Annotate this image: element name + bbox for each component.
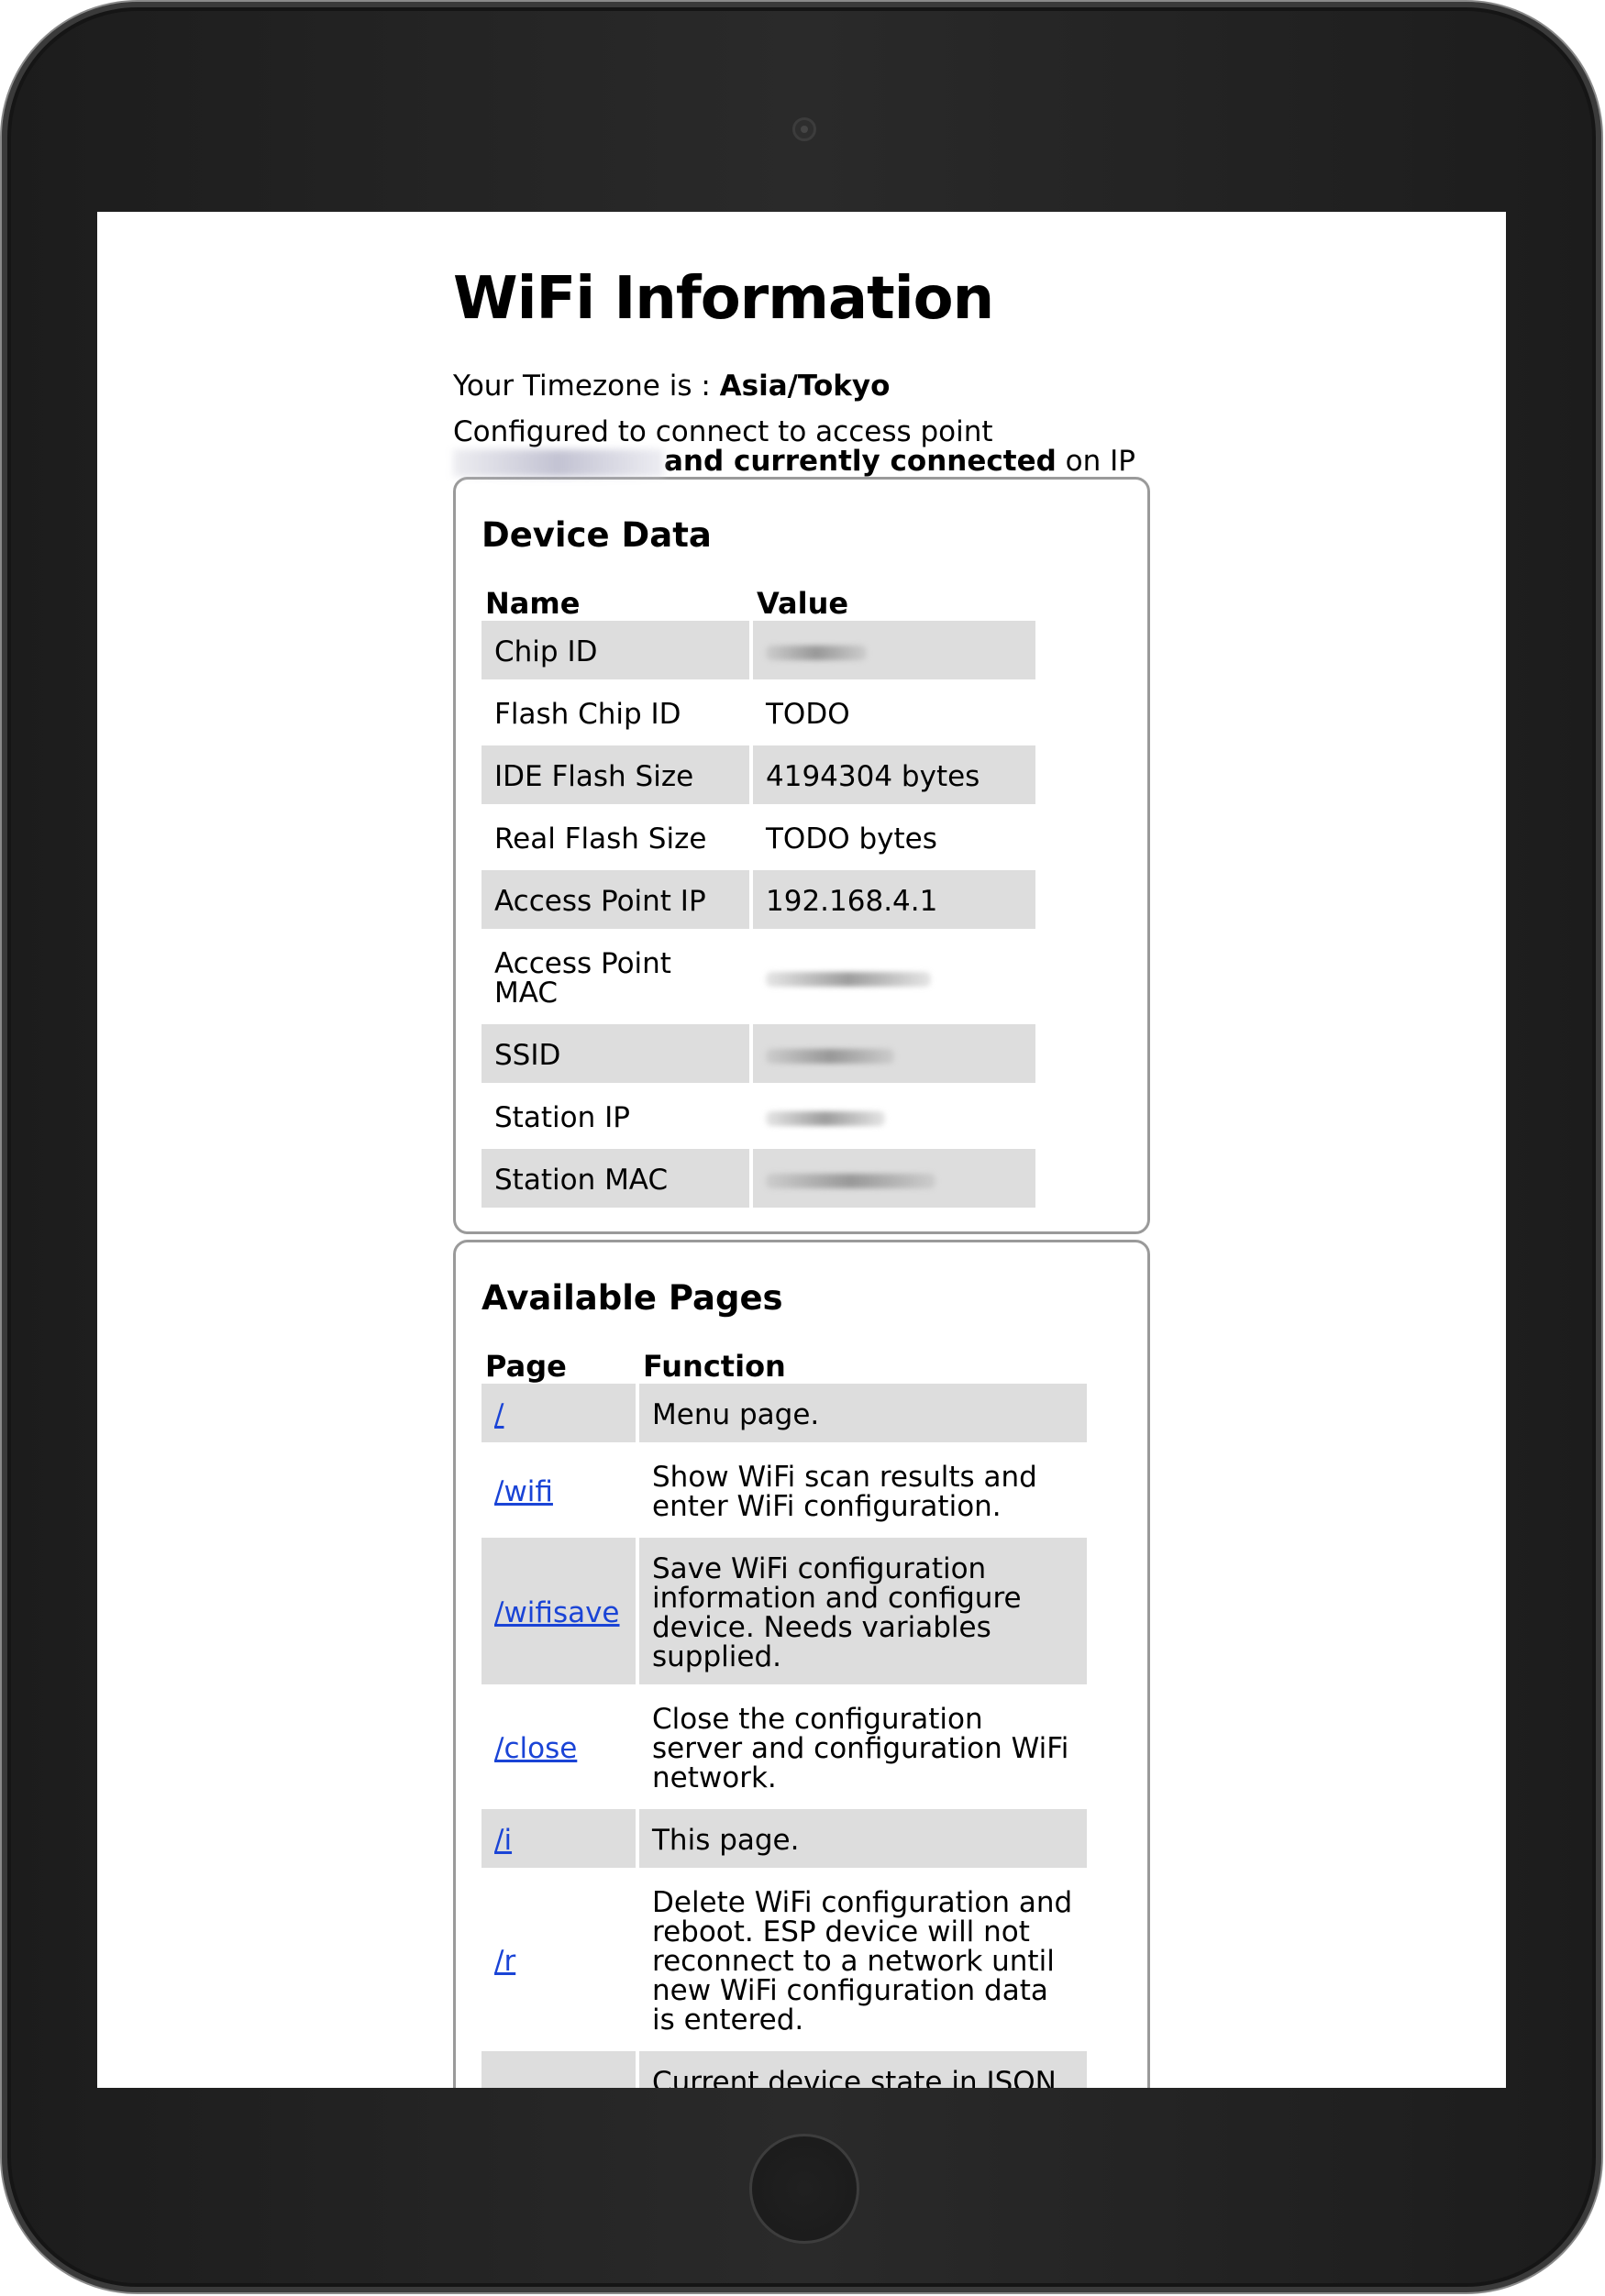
row-name: Real Flash Size: [494, 822, 707, 855]
function-cell: Show WiFi scan results and enter WiFi co…: [652, 1460, 1037, 1523]
col-header-function: Function: [643, 1348, 786, 1384]
connection-status: Configured to connect to access point an…: [453, 417, 1150, 477]
table-row: Station IP: [482, 1087, 1035, 1145]
row-value-redacted: [753, 1148, 1035, 1208]
row-value-redacted: [753, 1023, 1035, 1083]
tablet-frame: WiFi Information Your Timezone is : Asia…: [0, 0, 1603, 2294]
link-close[interactable]: /close: [494, 1732, 577, 1765]
row-value-redacted: [753, 933, 1035, 1021]
redacted-ssid-value: [766, 1049, 894, 1064]
redacted-chip-id: [766, 646, 867, 660]
col-header-value: Value: [757, 585, 849, 621]
col-header-page: Page: [485, 1348, 567, 1384]
screen: WiFi Information Your Timezone is : Asia…: [97, 212, 1506, 2088]
row-value-redacted: [753, 1087, 1035, 1145]
page-cell: /i: [482, 1808, 636, 1868]
link-wifi[interactable]: /wifi: [494, 1475, 553, 1508]
page-title: WiFi Information: [453, 265, 994, 333]
row-name: Station IP: [494, 1100, 630, 1134]
available-pages-heading: Available Pages: [482, 1277, 783, 1318]
page-cell: /r: [482, 1871, 636, 2048]
table-row: /r Delete WiFi configuration and reboot.…: [482, 1871, 1087, 2048]
link-r[interactable]: /r: [494, 1945, 515, 1978]
function-cell: Delete WiFi configuration and reboot. ES…: [652, 1885, 1073, 2037]
home-button[interactable]: [749, 2134, 859, 2244]
row-name: Access Point MAC: [494, 946, 671, 1010]
table-row: /i This page.: [482, 1808, 1087, 1868]
page-cell: /wifisave: [482, 1537, 636, 1684]
table-row: /wifi Show WiFi scan results and enter W…: [482, 1446, 1087, 1534]
timezone-label: Your Timezone is :: [453, 370, 720, 403]
link-root[interactable]: /: [494, 1398, 504, 1431]
available-pages-panel: Available Pages Page Function / Menu pag…: [453, 1239, 1150, 2088]
table-row: Access Point IP 192.168.4.1: [482, 869, 1035, 929]
function-cell: Menu page.: [639, 1383, 1087, 1442]
function-cell: Save WiFi configuration information and …: [639, 1537, 1087, 1684]
row-value-redacted: [753, 620, 1035, 679]
config-bold: and currently connected: [664, 445, 1057, 478]
page-cell: /: [482, 1383, 636, 1442]
row-name: SSID: [482, 1023, 749, 1083]
config-line1: Configured to connect to access point: [453, 415, 993, 448]
table-row: Real Flash Size TODO bytes: [482, 808, 1035, 867]
table-row: Chip ID: [482, 620, 1035, 679]
timezone-line: Your Timezone is : Asia/Tokyo: [453, 368, 1150, 404]
redacted-station-mac: [766, 1174, 935, 1188]
table-row: Current device state in JSON: [482, 2050, 1087, 2088]
link-wifisave[interactable]: /wifisave: [494, 1596, 620, 1629]
row-value: TODO: [766, 697, 850, 731]
page-content: WiFi Information Your Timezone is : Asia…: [453, 258, 1150, 2088]
table-row: /close Close the configuration server an…: [482, 1688, 1087, 1805]
redacted-ssid: [453, 448, 664, 477]
function-cell: This page.: [639, 1808, 1087, 1868]
col-header-name: Name: [485, 585, 581, 621]
page-cell: [482, 2050, 636, 2088]
row-name: Station MAC: [482, 1148, 749, 1208]
row-name: IDE Flash Size: [482, 745, 749, 804]
row-name: Access Point IP: [482, 869, 749, 929]
page-cell: /close: [482, 1688, 636, 1805]
function-cell: Current device state in JSON: [639, 2050, 1087, 2088]
table-row: Access Point MAC: [482, 933, 1035, 1021]
table-row: IDE Flash Size 4194304 bytes: [482, 745, 1035, 804]
function-cell: Close the configuration server and confi…: [652, 1702, 1069, 1794]
available-pages-table: Page Function / Menu page. /wifi Show Wi…: [478, 1348, 1090, 2088]
config-line2: and currently connected on IP: [453, 447, 1150, 477]
table-row: Flash Chip ID TODO: [482, 683, 1035, 742]
table-row: / Menu page.: [482, 1383, 1087, 1442]
device-data-panel: Device Data Name Value Chip ID Flash Chi…: [453, 476, 1150, 1234]
row-name: Chip ID: [482, 620, 749, 679]
device-data-table: Name Value Chip ID Flash Chip ID TODO ID…: [478, 586, 1039, 1211]
table-row: /wifisave Save WiFi configuration inform…: [482, 1537, 1087, 1684]
page-cell: /wifi: [482, 1446, 636, 1534]
camera-icon: [792, 117, 816, 141]
link-i[interactable]: /i: [494, 1824, 512, 1857]
table-row: SSID: [482, 1023, 1035, 1083]
config-suffix: on IP: [1056, 445, 1135, 478]
redacted-station-ip: [766, 1111, 885, 1126]
timezone-value: Asia/Tokyo: [719, 370, 891, 403]
row-value: TODO bytes: [766, 822, 937, 855]
device-data-heading: Device Data: [482, 514, 712, 555]
redacted-ap-mac: [766, 972, 931, 987]
row-value: 4194304 bytes: [753, 745, 1035, 804]
row-value: 192.168.4.1: [753, 869, 1035, 929]
row-name: Flash Chip ID: [494, 697, 681, 731]
table-row: Station MAC: [482, 1148, 1035, 1208]
